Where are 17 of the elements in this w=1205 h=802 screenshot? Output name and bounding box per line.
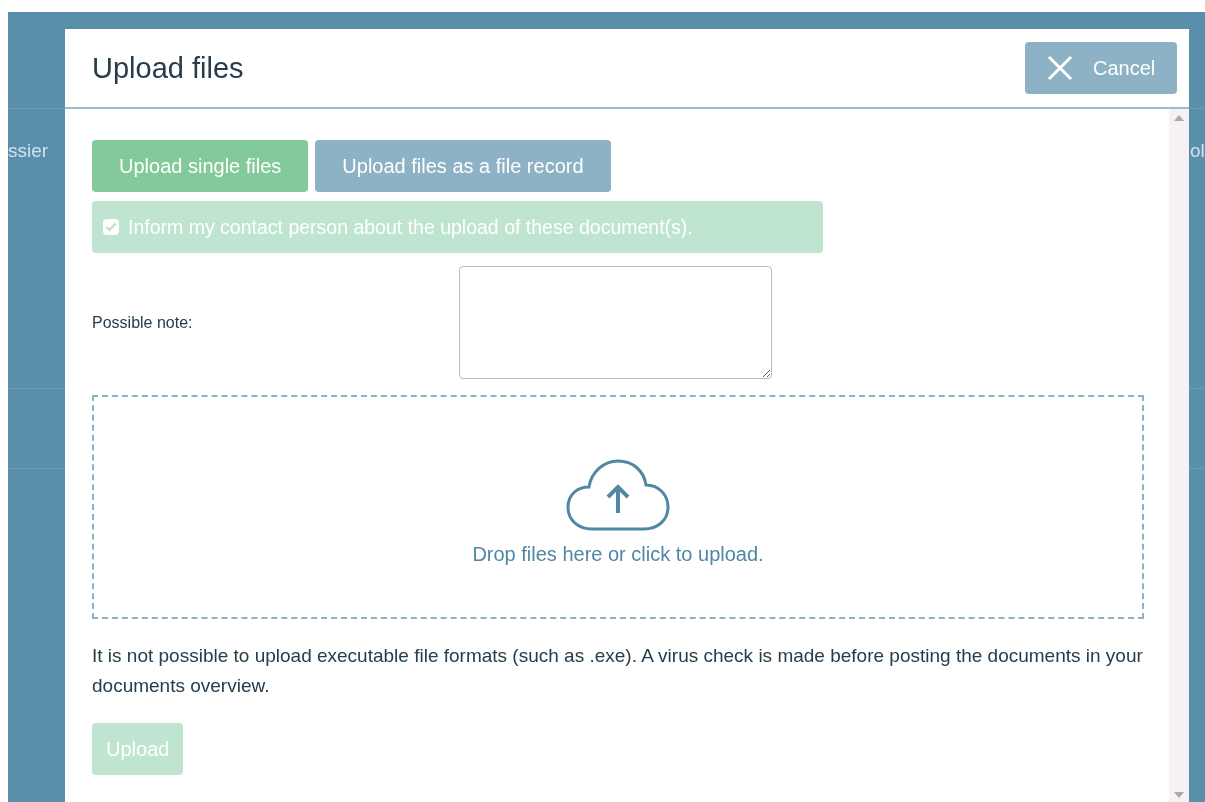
cancel-button[interactable]: Cancel bbox=[1025, 42, 1177, 94]
dialog-title: Upload files bbox=[92, 51, 244, 85]
background-text: ol bbox=[1190, 140, 1205, 162]
tab[interactable]: Upload single files bbox=[92, 140, 309, 192]
drop-zone[interactable]: Drop files here or click to upload. bbox=[472, 542, 764, 566]
tab[interactable]: Upload files as a file record bbox=[315, 140, 611, 192]
scroll-up-icon[interactable] bbox=[1174, 115, 1184, 121]
cloud-upload-icon bbox=[566, 458, 670, 531]
checkbox[interactable] bbox=[102, 218, 120, 236]
note-field[interactable] bbox=[459, 266, 772, 379]
background-text: ssier bbox=[8, 140, 49, 162]
checkbox-option[interactable]: Inform my contact person about the upload of these document(s). bbox=[92, 201, 823, 253]
close-icon bbox=[1047, 55, 1073, 81]
field-label: Possible note: bbox=[92, 313, 194, 332]
info-text: It is not possible to upload executable file formats (such as .exe). A virus check is made before posting the documents in your documents overview. bbox=[92, 644, 1144, 698]
scroll-down-icon[interactable] bbox=[1174, 792, 1184, 798]
scrollbar[interactable] bbox=[1169, 109, 1189, 802]
